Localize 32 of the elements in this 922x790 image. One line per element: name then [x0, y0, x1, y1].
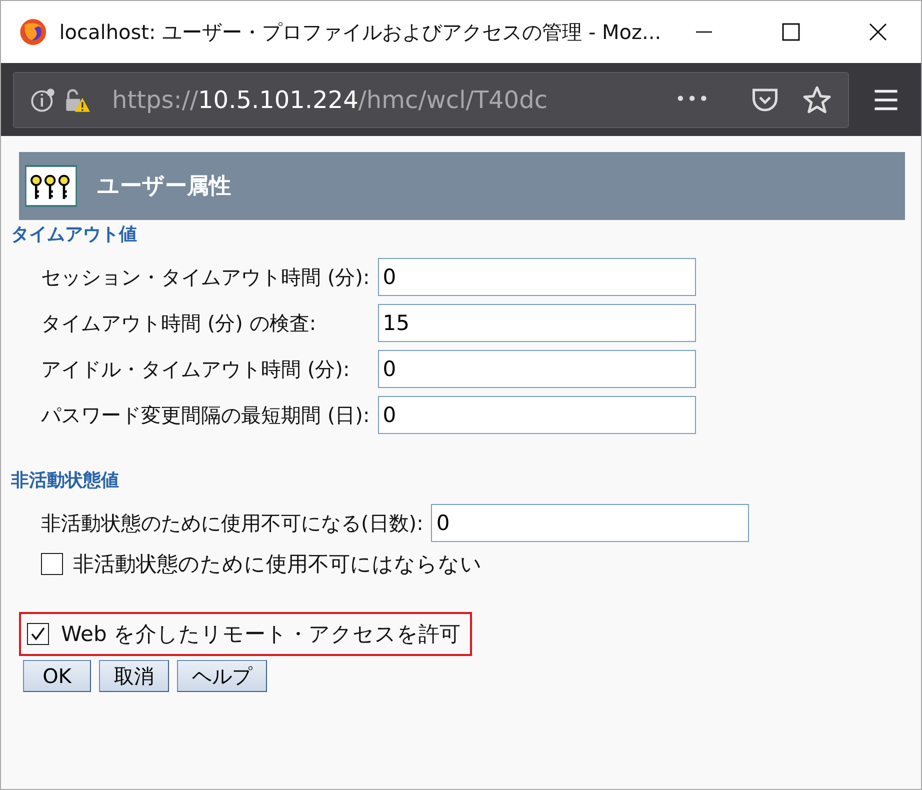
- checkbox[interactable]: [41, 553, 63, 575]
- checkbox-label: 非活動状態のために使用不可にはならない: [73, 551, 482, 578]
- field-label: セッション・タイムアウト時間 (分):: [41, 264, 370, 290]
- input-field[interactable]: 0: [378, 350, 696, 388]
- close-icon: [868, 22, 888, 42]
- input-field[interactable]: 0: [378, 396, 696, 434]
- url-text[interactable]: https://10.5.101.224/hmc/wcl/T40dc: [112, 86, 668, 114]
- lock-warning-icon[interactable]: [64, 86, 90, 112]
- checkbox[interactable]: [27, 623, 49, 645]
- input-field[interactable]: 15: [378, 304, 696, 342]
- section-heading: 非活動状態値: [11, 469, 120, 492]
- field-label: 非活動状態のために使用不可になる(日数):: [41, 510, 424, 536]
- window-title: localhost: ユーザー・プロファイルおよびアクセスの管理 - Moz...: [59, 18, 662, 46]
- field-label: タイムアウト時間 (分) の検査:: [41, 310, 318, 336]
- input-field[interactable]: 0: [431, 504, 750, 542]
- info-icon[interactable]: [30, 86, 56, 112]
- star-icon[interactable]: [802, 84, 832, 114]
- dialog-button[interactable]: OK: [23, 660, 91, 692]
- header-title: ユーザー属性: [97, 173, 231, 201]
- field-label: アイドル・タイムアウト時間 (分):: [41, 356, 351, 382]
- dialog-button[interactable]: 取消: [99, 660, 169, 692]
- address-bar[interactable]: https://10.5.101.224/hmc/wcl/T40dc •••: [13, 72, 849, 128]
- section-heading: タイムアウト値: [11, 223, 138, 246]
- keys-icon: [25, 165, 77, 207]
- checkbox-label: Web を介したリモート・アクセスを許可: [61, 621, 460, 648]
- dialog-button[interactable]: ヘルプ: [177, 660, 267, 692]
- input-field[interactable]: 0: [378, 258, 696, 296]
- browser-logo-icon: [19, 17, 48, 47]
- minimize-icon: [694, 31, 714, 33]
- more-actions-button[interactable]: •••: [675, 89, 710, 110]
- maximize-icon: [781, 22, 802, 42]
- field-label: パスワード変更間隔の最短期間 (日):: [41, 402, 370, 428]
